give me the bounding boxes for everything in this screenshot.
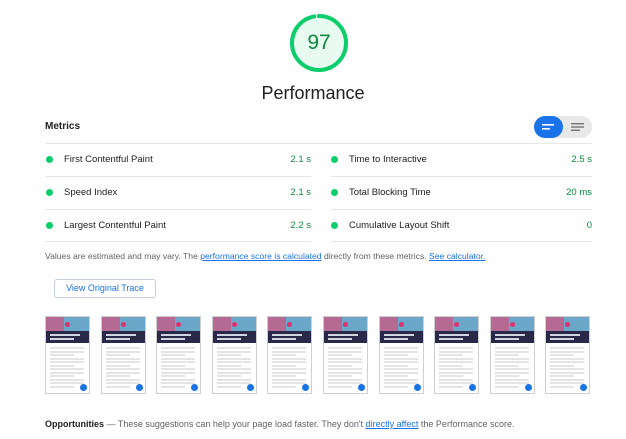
note-prefix: Values are estimated and may vary. The <box>45 251 201 261</box>
metrics-divider <box>45 143 592 144</box>
metric-cumulative-layout-shift: Cumulative Layout Shift 0 <box>331 218 592 234</box>
metric-row-divider <box>331 176 592 177</box>
bars-view-icon[interactable] <box>534 116 563 138</box>
metric-first-contentful-paint: First Contentful Paint 2.1 s <box>46 152 311 168</box>
filmstrip-frame <box>45 316 90 394</box>
pass-indicator-icon <box>331 156 338 163</box>
frame-badge-icon <box>246 384 254 391</box>
frame-badge-icon <box>302 384 310 391</box>
frame-badge-icon <box>191 384 199 391</box>
filmstrip-frame <box>489 316 535 394</box>
filmstrip-frame <box>434 316 480 394</box>
metric-largest-contentful-paint: Largest Contentful Paint 2.2 s <box>46 218 311 234</box>
filmstrip-frame <box>378 316 424 394</box>
metric-speed-index: Speed Index 2.1 s <box>46 185 311 201</box>
metric-row-divider <box>45 241 311 242</box>
pass-indicator-icon <box>331 189 338 196</box>
pass-indicator-icon <box>46 189 53 196</box>
frame-badge-icon <box>469 384 477 391</box>
score-calculation-link[interactable]: performance score is calculated <box>200 251 321 261</box>
filmstrip-frame <box>545 316 591 394</box>
metric-row-divider <box>45 176 311 177</box>
pass-indicator-icon <box>46 156 53 163</box>
metric-value: 2.1 s <box>290 187 311 198</box>
filmstrip-frame <box>156 316 202 394</box>
metric-value: 20 ms <box>566 187 592 198</box>
frame-badge-icon <box>358 384 365 391</box>
opportunities-title: Opportunities <box>45 419 104 429</box>
filmstrip-frame <box>323 316 368 394</box>
view-original-trace-button[interactable]: View Original Trace <box>54 279 156 298</box>
metric-time-to-interactive: Time to Interactive 2.5 s <box>331 152 592 168</box>
metric-row-divider <box>331 209 592 210</box>
metric-label: First Contentful Paint <box>64 154 153 165</box>
see-calculator-link[interactable]: See calculator. <box>429 251 485 261</box>
category-title: Performance <box>261 83 365 103</box>
metrics-disclaimer: Values are estimated and may vary. The p… <box>45 251 485 261</box>
pass-indicator-icon <box>46 222 53 229</box>
metric-label: Total Blocking Time <box>349 187 431 198</box>
metric-value: 2.2 s <box>290 220 311 231</box>
frame-badge-icon <box>80 384 87 391</box>
metric-label: Time to Interactive <box>349 154 427 165</box>
metric-row-divider <box>45 209 311 210</box>
filmstrip-frame <box>211 316 257 394</box>
frame-badge-icon <box>413 384 421 391</box>
metric-label: Cumulative Layout Shift <box>349 220 450 231</box>
filmstrip-frame <box>267 316 313 394</box>
metrics-header: Metrics <box>45 121 81 132</box>
metric-total-blocking-time: Total Blocking Time 20 ms <box>331 185 592 201</box>
performance-score-gauge: 97 <box>289 13 349 73</box>
opportunities-text: These suggestions can help your page loa… <box>117 419 366 429</box>
metrics-view-toggle[interactable] <box>534 116 592 138</box>
metric-value: 2.5 s <box>571 154 592 165</box>
directly-affect-link[interactable]: directly affect <box>366 419 419 429</box>
frame-badge-icon <box>524 384 532 391</box>
opportunities-suffix: the Performance score. <box>418 419 515 429</box>
opportunities-dash: — <box>104 419 118 429</box>
pass-indicator-icon <box>331 222 338 229</box>
opportunities-header: Opportunities — These suggestions can he… <box>45 419 514 429</box>
metric-value: 0 <box>586 220 592 231</box>
metric-label: Speed Index <box>64 187 118 198</box>
metric-row-divider <box>331 241 592 242</box>
filmstrip-frame <box>100 316 146 394</box>
note-middle: directly from these metrics. <box>321 251 430 261</box>
metric-label: Largest Contentful Paint <box>64 220 166 231</box>
list-view-icon[interactable] <box>563 116 592 138</box>
metric-value: 2.1 s <box>290 154 311 165</box>
frame-badge-icon <box>135 384 143 391</box>
score-value: 97 <box>307 31 331 54</box>
frame-badge-icon <box>580 384 588 391</box>
